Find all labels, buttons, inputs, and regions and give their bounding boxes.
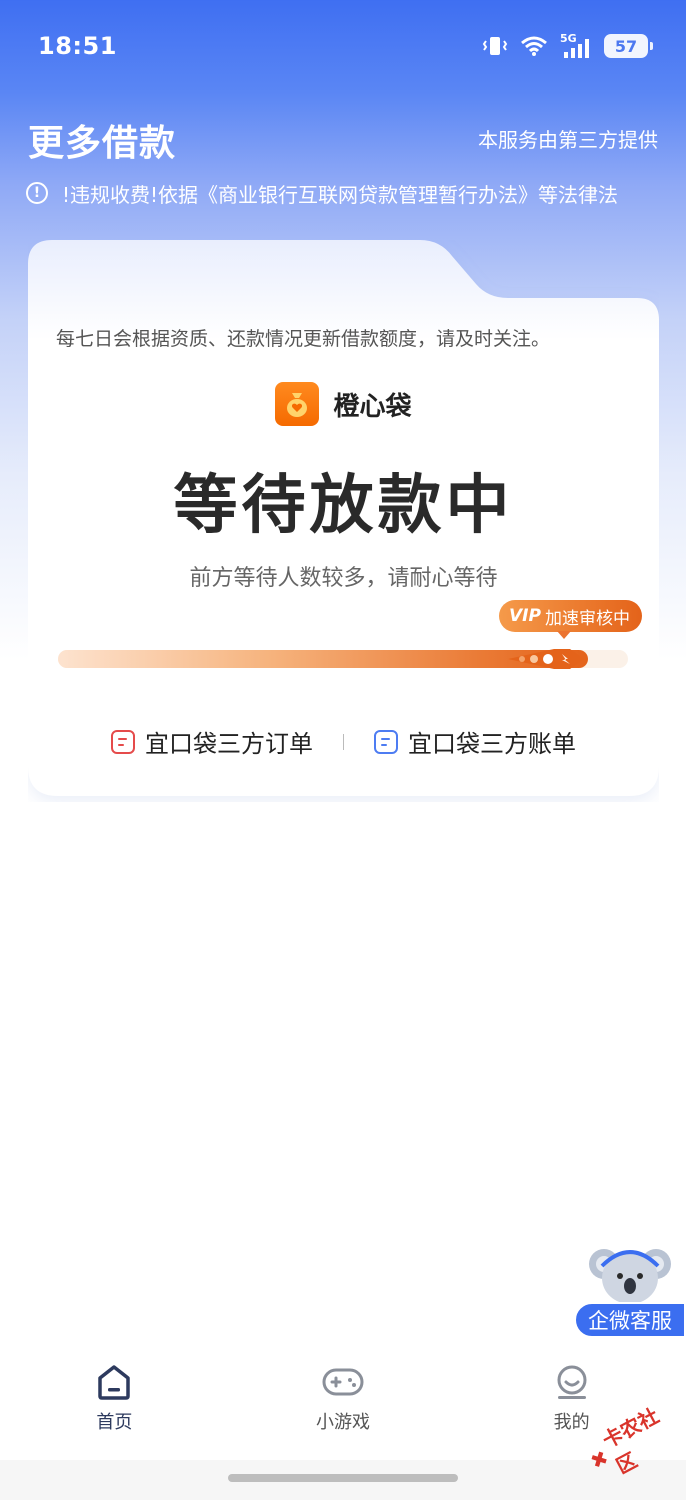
- nav-label-profile: 我的: [553, 1412, 590, 1433]
- notice-marquee[interactable]: ! !违规收费!依据《商业银行互联网贷款管理暂行办法》等法律法: [26, 176, 660, 210]
- vip-mark: VIP: [509, 606, 541, 626]
- nav-item-games[interactable]: 小游戏: [263, 1350, 423, 1434]
- status-bar: 18:51 5G 57: [0, 0, 686, 92]
- quota-update-tip: 每七日会根据资质、还款情况更新借款额度，请及时关注。: [56, 328, 551, 350]
- review-progress-bar: [58, 649, 628, 669]
- status-icons: 5G 57: [482, 32, 653, 58]
- third-party-bill-link[interactable]: 宜口袋三方账单: [374, 724, 576, 759]
- nav-item-home[interactable]: 首页: [34, 1350, 194, 1434]
- money-bag-logo-icon: [275, 382, 320, 426]
- brand-row: 橙心袋: [28, 382, 659, 426]
- cellular-signal: 5G: [560, 32, 592, 58]
- provider-note: 本服务由第三方提供: [478, 128, 658, 152]
- third-party-order-label: 宜口袋三方订单: [145, 730, 313, 758]
- status-time: 18:51: [38, 32, 117, 60]
- order-icon: [111, 729, 135, 754]
- notice-text: !违规收费!依据《商业银行互联网贷款管理暂行办法》等法律法: [62, 182, 619, 207]
- vip-speedup-badge: VIP 加速审核中: [499, 600, 642, 639]
- nav-label-home: 首页: [96, 1412, 133, 1433]
- link-divider: [343, 733, 344, 750]
- vibrate-icon: [482, 37, 508, 55]
- home-indicator[interactable]: [228, 1474, 458, 1482]
- gamepad-icon: [322, 1368, 364, 1396]
- vip-label: 加速审核中: [544, 608, 630, 629]
- loan-status-title: 等待放款中: [173, 469, 514, 543]
- brand-name: 橙心袋: [333, 391, 412, 422]
- wifi-icon: [521, 36, 547, 56]
- customer-service-button[interactable]: 企微客服: [574, 1244, 686, 1340]
- third-party-links: 宜口袋三方订单 宜口袋三方账单: [28, 724, 659, 759]
- battery-indicator: 57: [604, 34, 653, 58]
- customer-service-label: 企微客服: [574, 1302, 686, 1338]
- third-party-order-link[interactable]: 宜口袋三方订单: [111, 724, 313, 759]
- page-title: 更多借款: [28, 123, 177, 164]
- loan-status-card: 每七日会根据资质、还款情况更新借款额度，请及时关注。 橙心袋 等待放款中 前方等…: [28, 240, 659, 802]
- info-icon: !: [26, 182, 48, 204]
- third-party-bill-label: 宜口袋三方账单: [408, 730, 576, 758]
- home-icon: [98, 1365, 131, 1400]
- signal-icon: [564, 39, 589, 58]
- koala-mascot-icon: [589, 1249, 671, 1304]
- rocket-head-icon: [508, 649, 584, 669]
- nav-label-games: 小游戏: [315, 1412, 370, 1433]
- loan-status-subtitle: 前方等待人数较多，请耐心等待: [189, 566, 498, 591]
- bill-icon: [374, 729, 398, 754]
- profile-icon: [557, 1365, 587, 1399]
